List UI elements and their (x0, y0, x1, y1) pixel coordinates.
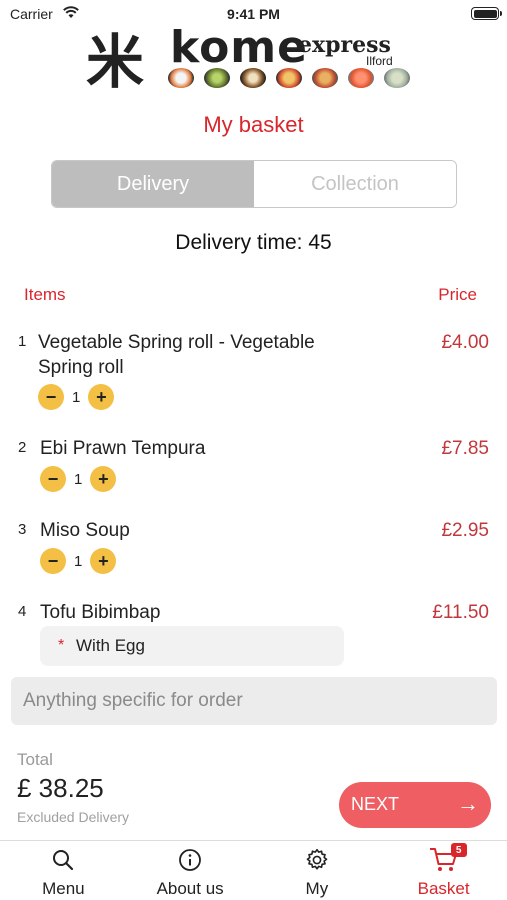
increase-quantity-button[interactable]: + (90, 466, 117, 492)
order-type-segmented-control: Delivery Collection (51, 160, 457, 208)
decrease-quantity-button[interactable]: − (38, 384, 64, 410)
decrease-quantity-button[interactable]: − (40, 548, 66, 574)
logo-food-illustrations (168, 68, 410, 90)
delivery-tab[interactable]: Delivery (52, 161, 254, 207)
total-note: Excluded Delivery (17, 809, 130, 825)
quantity-stepper: − 1 + (40, 466, 117, 492)
order-note-input[interactable] (11, 677, 497, 725)
decrease-quantity-button[interactable]: − (40, 466, 66, 492)
arrow-right-icon: → (457, 791, 479, 816)
logo-kanji: 米 (86, 28, 145, 96)
list-item: 4 Tofu Bibimbap £11.50 (0, 600, 507, 626)
tab-about-us[interactable]: About us (127, 841, 254, 900)
search-icon (51, 847, 75, 873)
cart-icon: 5 (429, 843, 467, 873)
delivery-time: Delivery time: 45 (175, 231, 332, 254)
item-price: £4.00 (441, 332, 489, 353)
item-number: 2 (18, 439, 27, 456)
item-price: £11.50 (432, 602, 489, 623)
price-column-header: Price (438, 285, 477, 304)
item-name: Ebi Prawn Tempura (40, 438, 206, 459)
item-option: * With Egg (40, 626, 344, 666)
item-price: £2.95 (441, 520, 489, 541)
item-name: Vegetable Spring roll - Vegetable Spring… (38, 332, 315, 378)
tab-menu[interactable]: Menu (0, 841, 127, 900)
next-button[interactable]: NEXT → (339, 782, 491, 828)
logo-name: kome (170, 22, 308, 73)
tab-label: My (305, 879, 329, 898)
gear-icon (304, 847, 330, 873)
logo-location: Ilford (366, 54, 393, 68)
tab-label: About us (156, 879, 224, 898)
item-number: 1 (18, 333, 27, 350)
items-column-header: Items (24, 285, 66, 304)
collection-tab[interactable]: Collection (254, 161, 456, 207)
quantity-stepper: − 1 + (40, 548, 117, 574)
item-number: 3 (18, 521, 27, 538)
tab-my[interactable]: My (254, 841, 381, 900)
item-number: 4 (18, 603, 27, 620)
list-item: 3 Miso Soup £2.95 − 1 + (0, 518, 507, 578)
info-icon (178, 847, 202, 873)
soup-illustration (312, 68, 338, 88)
tab-label: Menu (42, 879, 85, 898)
item-name: Miso Soup (40, 520, 130, 541)
tab-label: Basket (417, 879, 470, 898)
option-label: With Egg (76, 636, 145, 655)
page-title: My basket (203, 112, 304, 137)
item-price: £7.85 (441, 438, 489, 459)
list-item: 1 Vegetable Spring roll - Vegetable Spri… (0, 330, 507, 410)
quantity-value: 1 (72, 388, 81, 406)
quantity-value: 1 (74, 552, 83, 570)
bowl-illustration (276, 68, 302, 88)
list-item: 2 Ebi Prawn Tempura £7.85 − 1 + (0, 436, 507, 496)
sushi-illustration (204, 68, 230, 88)
item-name: Tofu Bibimbap (40, 602, 161, 623)
quantity-value: 1 (74, 470, 83, 488)
option-marker: * (58, 637, 65, 654)
next-button-label: NEXT (351, 794, 400, 814)
brand-logo: 米 kome express Ilford (0, 0, 507, 100)
total-label: Total (17, 750, 53, 769)
total-value: £ 38.25 (17, 773, 104, 803)
tab-bar: Menu About us My 5 Basket (0, 840, 507, 900)
cart-count-badge: 5 (450, 843, 467, 857)
teapot-illustration (384, 68, 410, 88)
bowl-illustration (240, 68, 266, 88)
quantity-stepper: − 1 + (38, 384, 115, 410)
increase-quantity-button[interactable]: + (90, 548, 117, 574)
tab-basket[interactable]: 5 Basket (380, 841, 507, 900)
increase-quantity-button[interactable]: + (88, 384, 115, 410)
sashimi-illustration (348, 68, 374, 88)
sushi-illustration (168, 68, 194, 88)
